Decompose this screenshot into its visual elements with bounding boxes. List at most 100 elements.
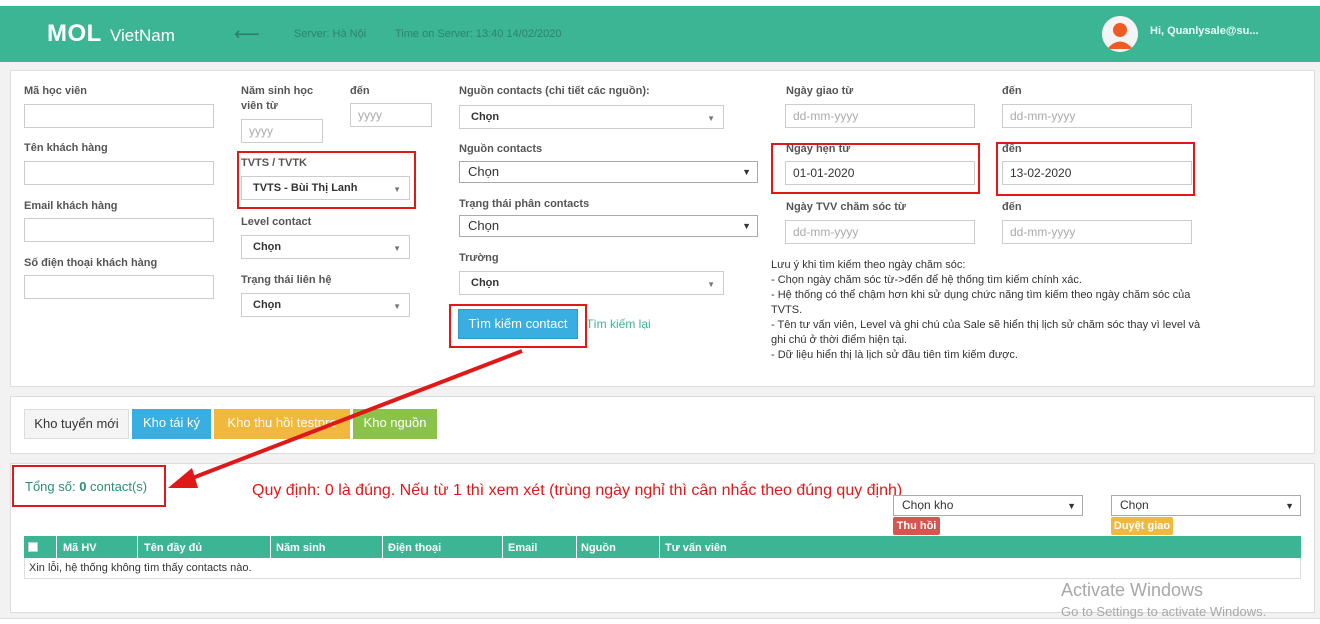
chevron-down-icon: ▼ [707,280,715,289]
chon-value: Chọn [1120,498,1149,512]
date-placeholder: dd-mm-yyyy [793,109,859,123]
note-line: - Hệ thống có thể chậm hơn khi sử dụng c… [771,289,1191,316]
avatar-icon[interactable] [1102,16,1138,52]
ten-khach-hang-label: Tên khách hàng [24,142,108,154]
column-divider [270,536,271,558]
column-divider [137,536,138,558]
column-nguon[interactable]: Nguồn [581,542,616,554]
tvts-select[interactable]: TVTS - Bùi Thị Lanh ▼ [241,176,410,200]
chevron-down-icon: ▼ [707,114,715,123]
duyet-giao-button[interactable]: Duyệt giao [1111,517,1173,535]
ma-hoc-vien-input[interactable] [24,104,214,128]
trang-thai-value: Chọn [253,299,282,311]
nguon-contacts-select[interactable]: Chọn ▼ [459,161,758,183]
column-ten-day-du[interactable]: Tên đầy đủ [144,542,202,554]
search-contact-button[interactable]: Tìm kiếm contact [458,309,578,339]
chevron-down-icon: ▼ [742,221,751,231]
tvts-label: TVTS / TVTK [241,157,307,169]
chevron-down-icon: ▼ [393,244,401,253]
ngay-giao-den-input[interactable]: dd-mm-yyyy [1002,104,1192,128]
column-divider [56,536,57,558]
total-count: Tổng số: 0 contact(s) [25,479,147,494]
chevron-down-icon: ▼ [1067,501,1076,511]
logo-vietnam: VietNam [110,26,175,45]
total-prefix: Tổng số: [25,479,80,494]
truong-select[interactable]: Chọn ▼ [459,271,724,295]
date-placeholder: dd-mm-yyyy [793,225,859,239]
server-time: Time on Server: 13:40 14/02/2020 [395,28,562,40]
chevron-down-icon: ▼ [742,167,751,177]
column-divider [576,536,577,558]
ngay-hen-tu-label: Ngày hẹn từ [786,143,851,155]
chevron-down-icon: ▼ [1285,501,1294,511]
note-line: Lưu ý khi tìm kiếm theo ngày chăm sóc: [771,259,966,271]
thu-hoi-button[interactable]: Thu hồi [893,517,940,535]
date-placeholder: dd-mm-yyyy [1010,109,1076,123]
column-ma-hv[interactable]: Mã HV [63,542,97,554]
table-header: Mã HV Tên đầy đủ Năm sinh Điện thoại Ema… [24,536,1301,558]
ngay-tvv-den-input[interactable]: dd-mm-yyyy [1002,220,1192,244]
chon-select[interactable]: Chọn ▼ [1111,495,1301,516]
truong-value: Chọn [471,277,500,289]
truong-label: Trường [459,252,499,264]
column-divider [659,536,660,558]
nguon-contacts-label: Nguồn contacts [459,143,543,155]
app-header: MOL VietNam ⟵ Server: Hà Nội Time on Ser… [0,6,1320,62]
chevron-down-icon: ▼ [393,185,401,194]
user-greeting[interactable]: Hi, Quanlysale@su... [1150,25,1259,37]
trang-thai-select[interactable]: Chọn ▼ [241,293,410,317]
nam-sinh-tu-input[interactable]: yyyy [241,119,323,143]
annotation-arrow-icon [168,349,523,488]
logo-mol: MOL [47,20,102,47]
column-tu-van-vien[interactable]: Tư vấn viên [665,542,727,554]
email-label: Email khách hàng [24,200,118,212]
email-input[interactable] [24,218,214,242]
year-placeholder: yyyy [358,108,382,122]
column-email[interactable]: Email [508,542,537,554]
server-label: Server: Hà Nội [294,28,367,40]
ten-khach-hang-input[interactable] [24,161,214,185]
trang-thai-phan-value: Chọn [468,218,500,233]
chon-kho-select[interactable]: Chọn kho ▼ [893,495,1083,516]
ngay-hen-tu-input[interactable]: 01-01-2020 [785,161,975,185]
nguon-contacts-value: Chọn [468,164,500,179]
ngay-hen-den-input[interactable]: 13-02-2020 [1002,161,1192,185]
tvts-value: TVTS - Bùi Thị Lanh [253,182,358,194]
note-line: - Dữ liệu hiển thị là lịch sử đầu tiên t… [771,349,1018,361]
note-line: - Tên tư vấn viên, Level và ghi chú của … [771,319,1201,346]
tab-kho-tuyen-moi[interactable]: Kho tuyển mới [24,409,129,439]
nguon-chi-tiet-value: Chọn [471,111,500,123]
empty-message: Xin lỗi, hệ thống không tìm thấy contact… [29,562,252,574]
ngay-tvv-tu-input[interactable]: dd-mm-yyyy [785,220,975,244]
reset-search-link[interactable]: Tìm kiếm lại [586,317,651,331]
ngay-giao-tu-input[interactable]: dd-mm-yyyy [785,104,975,128]
phone-input[interactable] [24,275,214,299]
level-select[interactable]: Chọn ▼ [241,235,410,259]
ngay-hen-den-label: đến [1002,143,1022,155]
watermark-subtitle: Go to Settings to activate Windows. [1061,604,1267,619]
column-dien-thoai[interactable]: Điện thoại [388,542,441,554]
ngay-giao-den-label: đến [1002,85,1022,97]
nam-sinh-den-input[interactable]: yyyy [350,103,432,127]
ngay-tvv-label: Ngày TVV chăm sóc từ [786,201,906,213]
total-suffix: contact(s) [86,479,148,494]
ma-hoc-vien-label: Mã học viên [24,85,87,97]
select-all-checkbox[interactable] [28,542,38,552]
table-empty-row: Xin lỗi, hệ thống không tìm thấy contact… [24,558,1301,579]
chon-kho-value: Chọn kho [902,498,954,512]
trang-thai-phan-select[interactable]: Chọn ▼ [459,215,758,237]
phone-label: Số điện thoại khách hàng [24,257,158,269]
column-nam-sinh[interactable]: Năm sinh [276,542,326,554]
level-value: Chọn [253,241,282,253]
nam-sinh-den-label: đến [350,85,370,97]
column-divider [382,536,383,558]
nam-sinh-tu-label: Năm sinh học viên từ [241,85,314,112]
note-line: - Chọn ngày chăm sóc từ->đến để hệ thống… [771,274,1082,286]
search-note: Lưu ý khi tìm kiếm theo ngày chăm sóc: -… [771,258,1201,363]
level-label: Level contact [241,216,312,228]
nguon-chi-tiet-select[interactable]: Chọn ▼ [459,105,724,129]
left-arrow-icon[interactable]: ⟵ [234,24,260,45]
chevron-down-icon: ▼ [393,302,401,311]
trang-thai-label: Trạng thái liên hệ [241,274,332,286]
year-placeholder: yyyy [249,124,273,138]
